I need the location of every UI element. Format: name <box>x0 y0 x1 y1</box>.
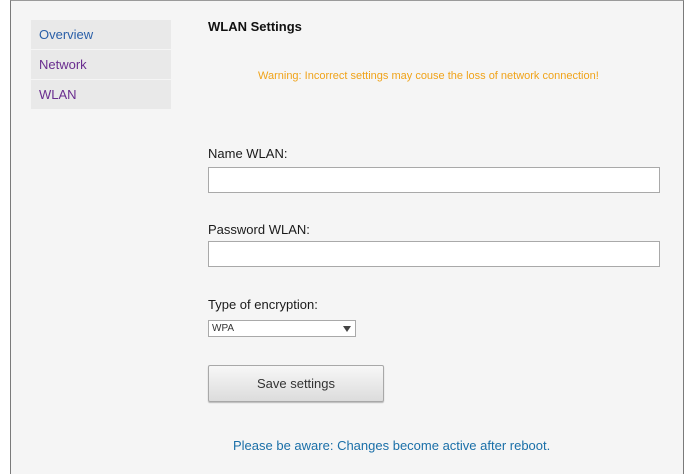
sidebar: Overview Network WLAN <box>31 20 171 110</box>
reboot-notice: Please be aware: Changes become active a… <box>233 438 551 453</box>
save-settings-button[interactable]: Save settings <box>208 365 384 402</box>
wlan-name-input[interactable] <box>208 167 660 193</box>
encryption-label: Type of encryption: <box>208 297 318 312</box>
sidebar-item-network[interactable]: Network <box>31 50 171 80</box>
sidebar-item-wlan[interactable]: WLAN <box>31 80 171 110</box>
sidebar-item-overview[interactable]: Overview <box>31 20 171 50</box>
chevron-down-icon <box>343 326 351 332</box>
wlan-password-input[interactable] <box>208 241 660 267</box>
page-title: WLAN Settings <box>208 19 302 34</box>
wlan-password-label: Password WLAN: <box>208 222 310 237</box>
encryption-select[interactable]: WPA <box>208 320 356 337</box>
sidebar-item-label: WLAN <box>39 87 77 102</box>
sidebar-item-label: Overview <box>39 27 94 42</box>
wlan-name-label: Name WLAN: <box>208 146 288 161</box>
warning-message: Warning: Incorrect settings may couse th… <box>258 70 599 82</box>
encryption-selected-value: WPA <box>212 323 235 334</box>
sidebar-item-label: Network <box>39 57 87 72</box>
